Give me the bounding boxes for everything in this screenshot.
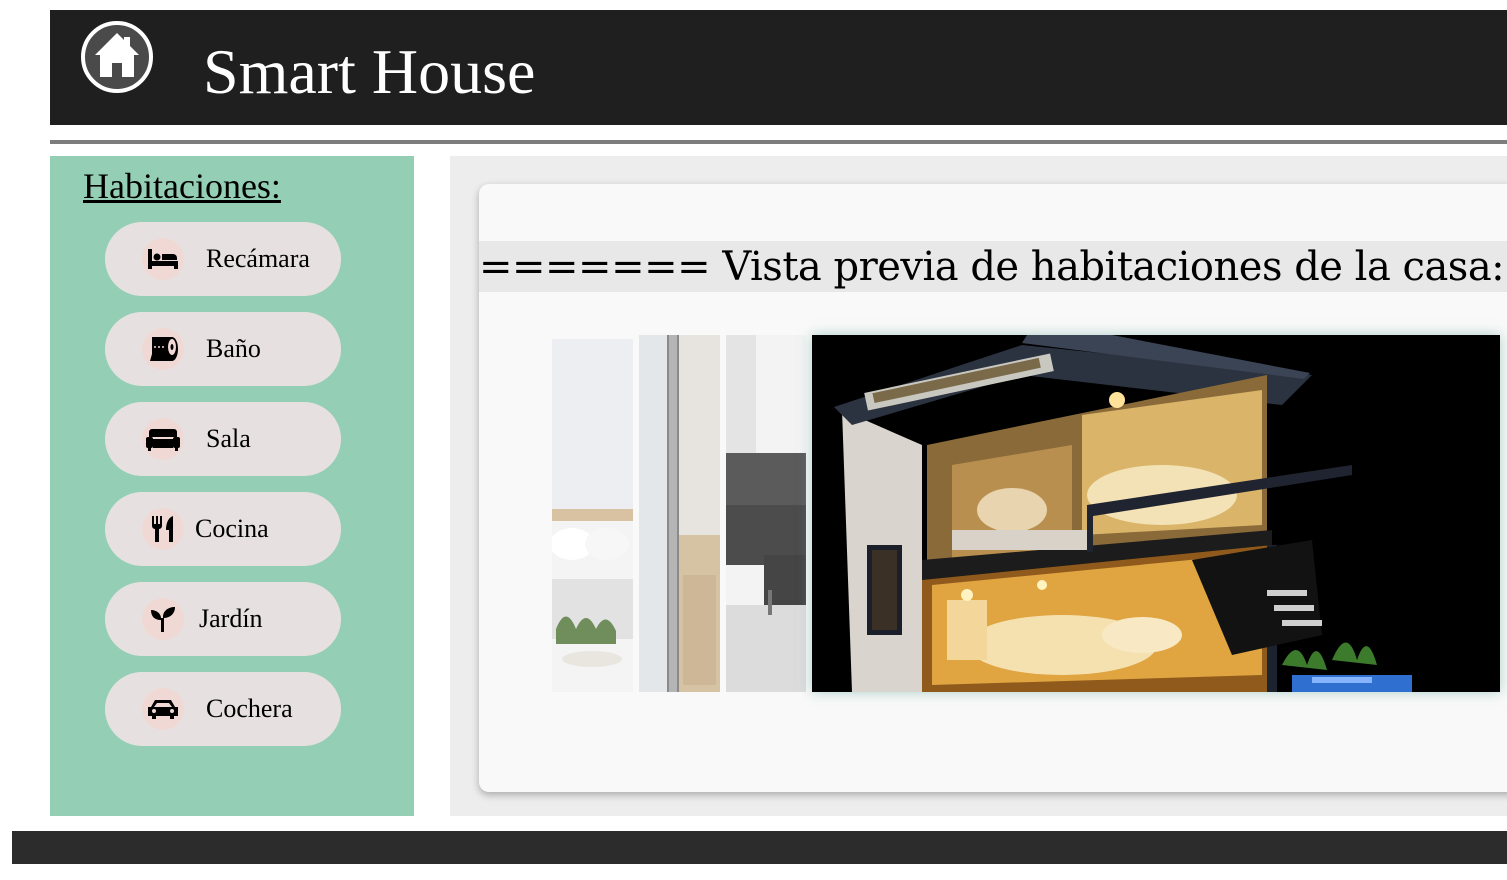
site-title: Smart House (203, 36, 536, 107)
gallery-thumb-bathroom[interactable] (639, 335, 720, 692)
car-icon (142, 688, 184, 730)
room-button-bano[interactable]: Baño (105, 312, 341, 386)
room-button-cochera[interactable]: Cochera (105, 672, 341, 746)
utensils-icon (142, 508, 184, 550)
room-label: Cocina (195, 514, 269, 543)
room-label: Cochera (206, 694, 293, 723)
toilet-paper-icon (142, 328, 184, 370)
sidebar-heading: Habitaciones: (83, 166, 281, 206)
room-button-jardin[interactable]: Jardín (105, 582, 341, 656)
room-button-sala[interactable]: Sala (105, 402, 341, 476)
couch-icon (142, 418, 184, 460)
room-button-recamara[interactable]: Recámara (105, 222, 341, 296)
bed-icon (142, 238, 184, 280)
room-label: Baño (206, 334, 261, 363)
room-button-cocina[interactable]: Cocina (105, 492, 341, 566)
room-label: Sala (206, 424, 251, 453)
main-content: ======= Vista previa de habitaciones de … (450, 156, 1507, 816)
seedling-icon (142, 598, 184, 640)
house-icon[interactable] (79, 19, 155, 95)
gallery-main-photo[interactable] (812, 335, 1500, 692)
rooms-sidebar: Habitaciones: Recámara Baño Sala Cocina … (50, 156, 414, 816)
header-divider (50, 140, 1507, 144)
room-label: Jardín (199, 604, 263, 633)
preview-card: ======= Vista previa de habitaciones de … (479, 184, 1507, 792)
site-header: Smart House (50, 10, 1507, 125)
site-footer (12, 831, 1507, 864)
preview-title: ======= Vista previa de habitaciones de … (479, 244, 1505, 290)
room-label: Recámara (206, 244, 310, 273)
gallery-thumb-living-room[interactable] (726, 335, 806, 692)
gallery-thumb-bedroom[interactable] (552, 339, 633, 692)
